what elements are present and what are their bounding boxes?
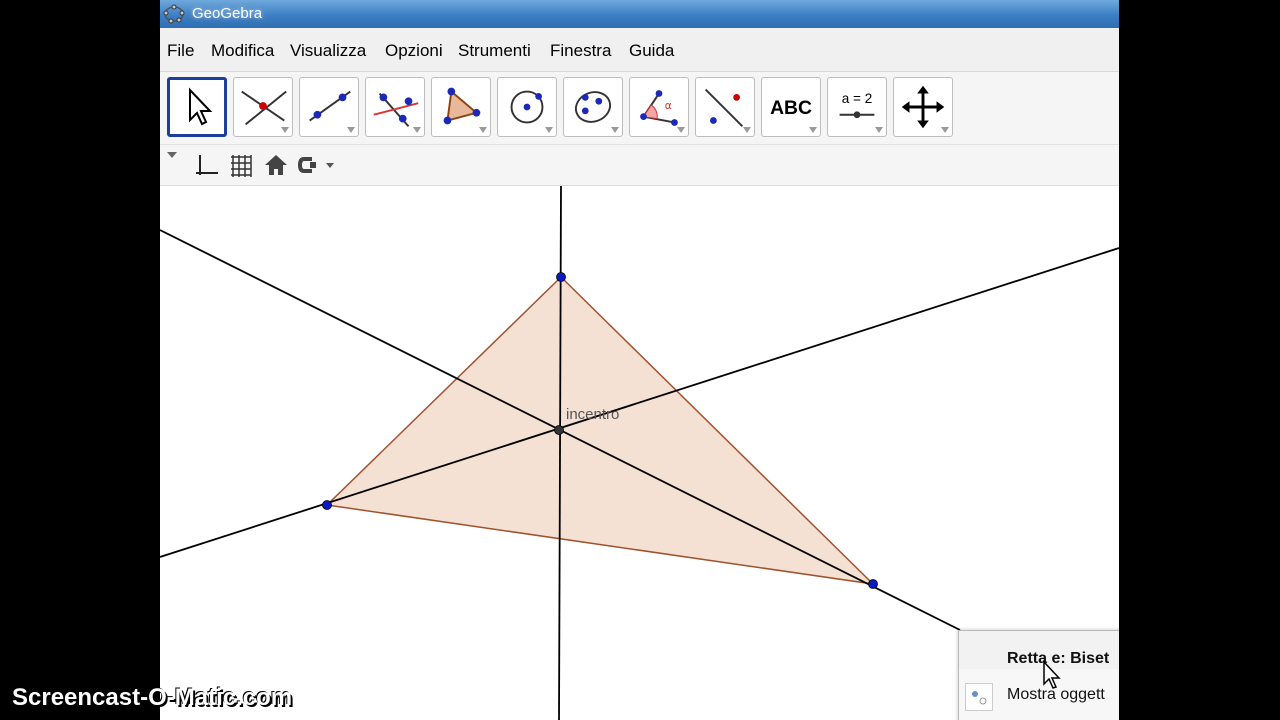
menu-modifica[interactable]: Modifica	[211, 41, 274, 61]
menu-file[interactable]: File	[167, 41, 194, 61]
slider-tool-button[interactable]: a = 2	[827, 77, 887, 137]
menu-bar: File Modifica Visualizza Opzioni Strumen…	[160, 28, 1119, 72]
circle-tool-button[interactable]	[497, 77, 557, 137]
polygon-tool-button[interactable]	[431, 77, 491, 137]
point-capture-icon[interactable]	[296, 151, 336, 179]
geogebra-logo-icon	[163, 4, 185, 24]
svg-text:α: α	[665, 99, 672, 112]
move-view-tool-button[interactable]	[893, 77, 953, 137]
vertex-top[interactable]	[556, 272, 566, 282]
triangle-polygon[interactable]	[325, 275, 876, 586]
vertex-left[interactable]	[322, 500, 332, 510]
bisector-line-vertical[interactable]	[558, 186, 562, 720]
title-bar: GeoGebra	[160, 0, 1119, 28]
line-tool-button[interactable]	[299, 77, 359, 137]
style-bar	[160, 145, 1119, 186]
menu-opzioni[interactable]: Opzioni	[385, 41, 443, 61]
geogebra-window: GeoGebra File Modifica Visualizza Opzion…	[160, 0, 1119, 720]
ellipse-tool-button[interactable]	[563, 77, 623, 137]
intersect-tool-button[interactable]	[233, 77, 293, 137]
menu-finestra[interactable]: Finestra	[550, 41, 611, 61]
text-tool-button[interactable]: ABC	[761, 77, 821, 137]
menu-guida[interactable]: Guida	[629, 41, 674, 61]
window-title: GeoGebra	[192, 5, 263, 22]
menu-strumenti[interactable]: Strumenti	[458, 41, 531, 61]
show-object-icon	[965, 683, 993, 711]
reflect-tool-button[interactable]	[695, 77, 755, 137]
incenter-point[interactable]	[554, 425, 564, 435]
context-popup[interactable]: Retta e: Biset Mostra oggett	[958, 630, 1119, 720]
toolbar: α ABC a = 2	[160, 72, 1119, 145]
incenter-label: incentro	[566, 406, 619, 423]
vertex-right[interactable]	[868, 579, 878, 589]
move-tool-button[interactable]	[167, 77, 227, 137]
mouse-cursor-icon	[1043, 660, 1061, 689]
home-view-icon[interactable]	[262, 151, 290, 179]
watermark: Screencast-O-Matic.com	[12, 684, 293, 711]
menu-visualizza[interactable]: Visualizza	[290, 41, 366, 61]
svg-text:a = 2: a = 2	[842, 91, 872, 106]
style-bar-toggle-icon[interactable]	[166, 151, 178, 159]
angle-tool-button[interactable]: α	[629, 77, 689, 137]
svg-text:ABC: ABC	[770, 98, 812, 119]
perpendicular-tool-button[interactable]	[365, 77, 425, 137]
move-tool-icon	[189, 87, 213, 126]
grid-toggle-icon[interactable]	[227, 151, 255, 179]
axes-toggle-icon[interactable]	[192, 151, 220, 179]
